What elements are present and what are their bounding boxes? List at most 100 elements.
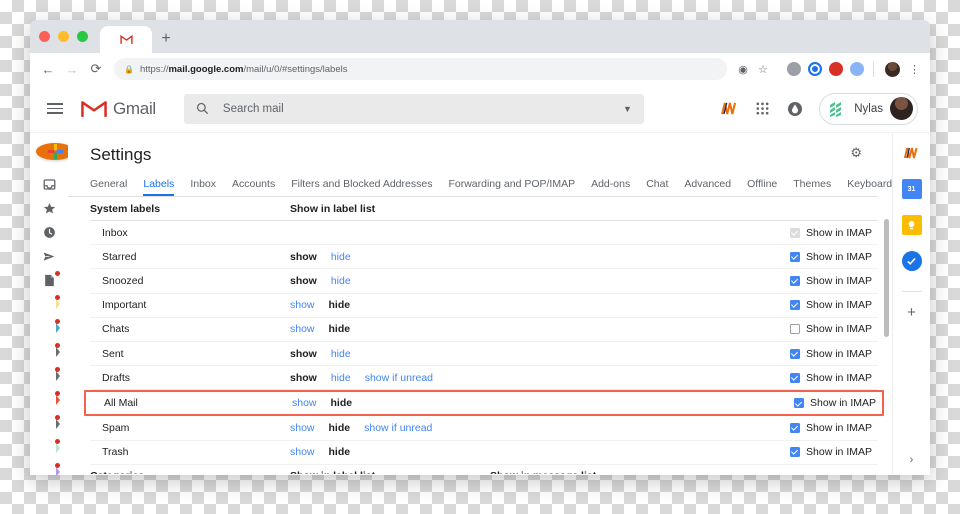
- panel-scrollbar[interactable]: [884, 219, 889, 459]
- show-in-imap-checkbox[interactable]: [790, 251, 801, 262]
- show-in-imap-checkbox[interactable]: [790, 348, 801, 359]
- action-show[interactable]: show: [290, 348, 317, 360]
- account-chip[interactable]: Nylas: [819, 92, 918, 125]
- tab-offline[interactable]: Offline: [747, 178, 777, 196]
- extension-icon-gray[interactable]: [786, 62, 801, 76]
- star-icon[interactable]: ☆: [754, 60, 772, 78]
- imap-cell: Show in IMAP: [794, 397, 882, 409]
- action-hide[interactable]: hide: [331, 397, 353, 409]
- tasks-icon[interactable]: [901, 251, 922, 271]
- sidebar-item-snoozed[interactable]: [30, 220, 68, 244]
- sidebar-item-label-red[interactable]: [30, 388, 68, 412]
- sidebar-item-label-purple[interactable]: [30, 460, 68, 475]
- action-hide[interactable]: hide: [329, 299, 351, 311]
- show-in-imap-checkbox[interactable]: [790, 275, 801, 286]
- action-hide[interactable]: hide: [329, 446, 351, 458]
- show-in-imap-label: Show in IMAP: [806, 323, 872, 336]
- action-show[interactable]: show: [290, 446, 315, 458]
- imap-cell: Show in IMAP: [790, 299, 878, 311]
- maximize-window-button[interactable]: [77, 31, 88, 42]
- tab-chat[interactable]: Chat: [646, 178, 668, 196]
- keep-icon[interactable]: [901, 215, 922, 235]
- sidebar-item-label-gray-1[interactable]: [30, 340, 68, 364]
- action-show[interactable]: show: [292, 397, 317, 409]
- table-row: Drafts show hide show if unread Show in IMAP: [90, 366, 878, 391]
- action-show[interactable]: show: [290, 372, 317, 384]
- avatar[interactable]: [890, 97, 913, 120]
- action-show[interactable]: show: [290, 422, 315, 434]
- chevron-down-icon[interactable]: ▼: [623, 104, 632, 114]
- show-in-imap-checkbox[interactable]: [790, 447, 801, 458]
- label-name: Sent: [102, 347, 124, 360]
- sidebar-item-starred[interactable]: [30, 196, 68, 220]
- sidebar-item-label-gray-3[interactable]: [30, 412, 68, 436]
- notifications-icon[interactable]: [780, 94, 810, 124]
- search-input[interactable]: Search mail ▼: [183, 93, 644, 124]
- tab-themes[interactable]: Themes: [793, 178, 831, 196]
- back-button[interactable]: ←: [37, 58, 59, 80]
- calendar-icon[interactable]: 31: [901, 179, 922, 199]
- kebab-menu-icon[interactable]: ⋮: [906, 63, 923, 76]
- unread-dot: [55, 439, 60, 444]
- mixmax-icon[interactable]: [902, 143, 922, 163]
- reload-button[interactable]: ⟳: [85, 58, 107, 80]
- action-show[interactable]: show: [290, 251, 317, 263]
- imap-cell: Show in IMAP: [790, 275, 878, 287]
- tab-inbox[interactable]: Inbox: [190, 178, 216, 196]
- action-show-if-unread[interactable]: show if unread: [365, 372, 433, 384]
- tab-keyboard-shortcuts[interactable]: Keyboard Shortcuts: [847, 178, 892, 196]
- gear-icon[interactable]: ⚙: [850, 145, 862, 161]
- search-icon: [196, 102, 209, 115]
- sidebar-item-label-yellow[interactable]: [30, 292, 68, 316]
- action-show[interactable]: show: [290, 299, 315, 311]
- action-hide[interactable]: hide: [331, 251, 351, 263]
- eye-icon[interactable]: ◉: [734, 60, 752, 78]
- expand-panel-button[interactable]: ›: [910, 454, 914, 466]
- new-tab-button[interactable]: +: [152, 25, 180, 52]
- show-in-imap-checkbox[interactable]: [790, 300, 801, 311]
- action-show-if-unread[interactable]: show if unread: [364, 422, 432, 434]
- close-window-button[interactable]: [39, 31, 50, 42]
- label-name: Inbox: [102, 226, 128, 239]
- label-name: Snoozed: [102, 274, 144, 287]
- action-hide[interactable]: hide: [331, 348, 351, 360]
- minimize-window-button[interactable]: [58, 31, 69, 42]
- hamburger-icon[interactable]: [44, 95, 72, 123]
- tab-filters-and-blocked-addresses[interactable]: Filters and Blocked Addresses: [291, 178, 432, 196]
- apps-grid-icon[interactable]: [747, 94, 777, 124]
- sidebar-item-label-gray-2[interactable]: [30, 364, 68, 388]
- scrollbar-thumb[interactable]: [884, 219, 889, 337]
- tab-forwarding-and-pop-imap[interactable]: Forwarding and POP/IMAP: [448, 178, 575, 196]
- sidebar-item-inbox[interactable]: [30, 172, 68, 196]
- mixmax-icon[interactable]: [714, 94, 744, 124]
- tab-labels[interactable]: Labels: [143, 178, 175, 196]
- extension-icon-blue[interactable]: [807, 62, 822, 76]
- tab-general[interactable]: General: [90, 178, 127, 196]
- tab-add-ons[interactable]: Add-ons: [591, 178, 630, 196]
- extension-icon-clock[interactable]: [849, 62, 864, 76]
- extension-icon-stop[interactable]: [828, 62, 843, 76]
- action-hide[interactable]: hide: [331, 275, 351, 287]
- action-hide[interactable]: hide: [329, 422, 351, 434]
- show-in-imap-checkbox[interactable]: [790, 422, 801, 433]
- tab-advanced[interactable]: Advanced: [684, 178, 731, 196]
- gmail-header-actions: Nylas: [714, 92, 922, 125]
- gmail-logo[interactable]: Gmail: [80, 98, 156, 119]
- forward-button[interactable]: →: [61, 58, 83, 80]
- action-show[interactable]: show: [290, 323, 315, 335]
- add-addon-button[interactable]: +: [907, 304, 916, 321]
- browser-tab-gmail[interactable]: [100, 26, 152, 53]
- sidebar-item-drafts[interactable]: [30, 268, 68, 292]
- action-hide[interactable]: hide: [329, 323, 351, 335]
- browser-profile-avatar[interactable]: [885, 61, 900, 77]
- action-show[interactable]: show: [290, 275, 317, 287]
- sidebar-item-label-mint[interactable]: [30, 436, 68, 460]
- tab-accounts[interactable]: Accounts: [232, 178, 275, 196]
- show-in-imap-checkbox[interactable]: [790, 372, 801, 383]
- show-in-imap-checkbox[interactable]: [790, 324, 801, 335]
- sidebar-item-label-teal[interactable]: [30, 316, 68, 340]
- action-hide[interactable]: hide: [331, 372, 351, 384]
- address-bar[interactable]: 🔒 https://mail.google.com/mail/u/0/#sett…: [114, 58, 727, 80]
- show-in-imap-checkbox[interactable]: [794, 398, 805, 409]
- sidebar-item-sent[interactable]: [30, 244, 68, 268]
